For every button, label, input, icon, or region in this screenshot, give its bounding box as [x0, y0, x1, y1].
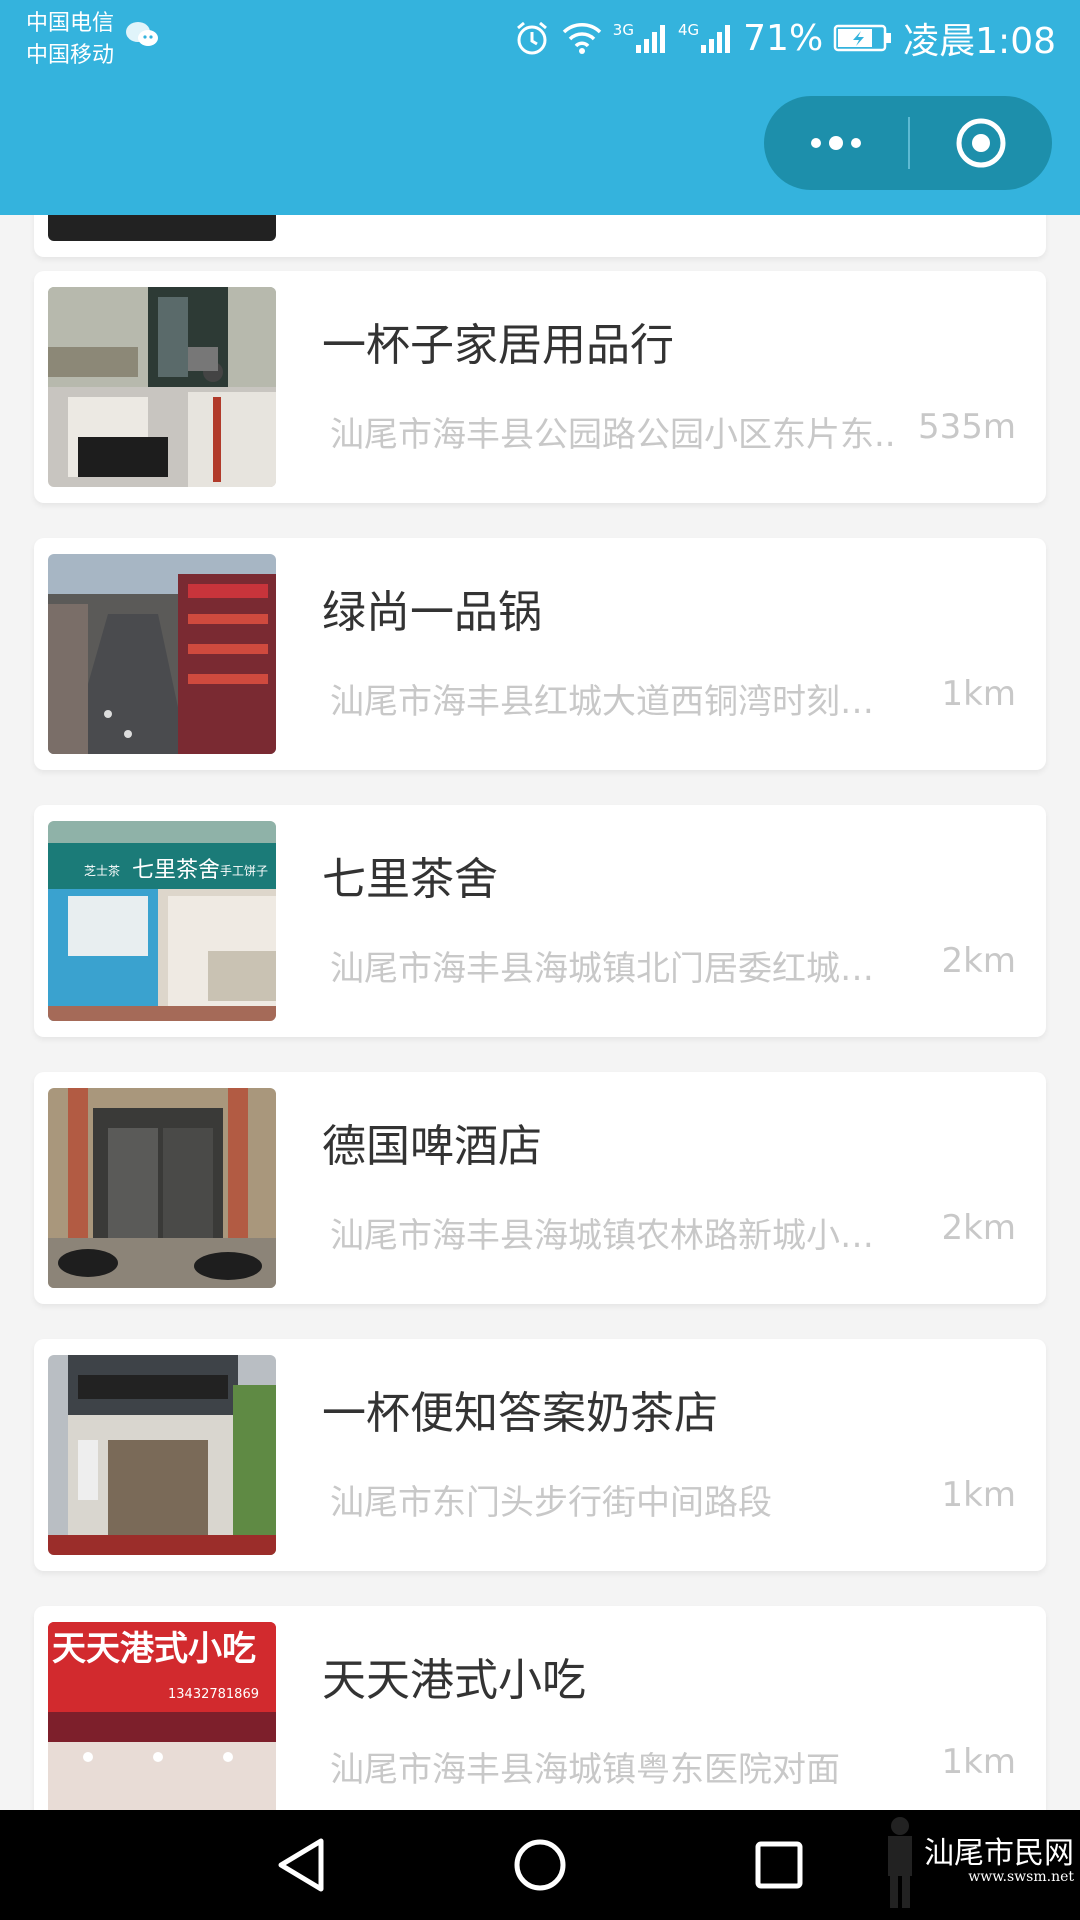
- store-distance: 1km: [941, 1742, 1016, 1782]
- shop3-sign-right: 手工饼子: [220, 864, 268, 878]
- more-dots-icon: [811, 136, 861, 150]
- store-name: 一杯便知答案奶茶店: [322, 1388, 718, 1439]
- store-thumbnail: [48, 287, 276, 487]
- carrier-info: 中国电信 中国移动: [26, 8, 114, 72]
- store-card-partial[interactable]: [34, 215, 1046, 257]
- store-thumbnail: [48, 215, 276, 241]
- alarm-icon: [513, 19, 551, 57]
- store-distance: 1km: [941, 1475, 1016, 1515]
- store-name: 天天港式小吃: [322, 1655, 586, 1706]
- shop3-sign-left: 芝士茶: [84, 863, 120, 878]
- battery-icon: [833, 23, 893, 53]
- store-card[interactable]: 绿尚一品锅 汕尾市海丰县红城大道西铜湾时刻美... 1km: [34, 538, 1046, 770]
- recents-square-icon: [755, 1841, 803, 1889]
- store-name: 绿尚一品锅: [322, 587, 542, 638]
- watermark-text: 汕尾市民网: [924, 1836, 1074, 1871]
- store-address: 汕尾市海丰县海城镇农林路新城小学...: [330, 1216, 904, 1256]
- mini-program-capsule: [764, 96, 1052, 190]
- home-button[interactable]: [507, 1832, 573, 1898]
- store-thumbnail: 天天港式小吃 13432781869: [48, 1622, 276, 1810]
- store-card[interactable]: 一杯子家居用品行 汕尾市海丰县公园路公园小区东片东.. 535m: [34, 271, 1046, 503]
- signal-1-label: 3G: [612, 21, 634, 39]
- signal-icon-2: 4G: [678, 21, 733, 55]
- store-thumbnail: [48, 1355, 276, 1555]
- carrier-1: 中国电信: [26, 11, 115, 36]
- store-address: 汕尾市海丰县红城大道西铜湾时刻美...: [330, 682, 904, 722]
- signal-2-label: 4G: [677, 21, 700, 39]
- shop6-sign-phone: 13432781869: [168, 1687, 259, 1702]
- home-circle-icon: [514, 1839, 566, 1891]
- store-thumbnail: 芝士茶 七里茶舍 手工饼子: [48, 821, 276, 1021]
- store-address: 汕尾市海丰县海城镇粤东医院对面: [330, 1750, 840, 1790]
- store-distance: 2km: [941, 941, 1016, 981]
- shop3-sign-main: 七里茶舍: [132, 858, 220, 883]
- battery-percent: 71%: [743, 17, 824, 59]
- more-button[interactable]: [764, 96, 908, 190]
- store-card[interactable]: 德国啤酒店 汕尾市海丰县海城镇农林路新城小学... 2km: [34, 1072, 1046, 1304]
- clock: 凌晨1:08: [903, 21, 1056, 62]
- store-address: 汕尾市海丰县海城镇北门居委红城南...: [330, 949, 904, 989]
- store-thumbnail: [48, 554, 276, 754]
- signal-icon-1: 3G: [613, 21, 668, 55]
- back-triangle-icon: [278, 1838, 324, 1892]
- store-address: 汕尾市海丰县公园路公园小区东片东..: [330, 415, 896, 455]
- store-card[interactable]: 芝士茶 七里茶舍 手工饼子 七里茶舍 汕尾市海丰县海城镇北门居委红城南... 2…: [34, 805, 1046, 1037]
- store-address: 汕尾市东门头步行街中间路段: [330, 1483, 772, 1523]
- figure-logo-icon: [888, 1817, 912, 1908]
- store-name: 一杯子家居用品行: [322, 320, 674, 371]
- shop6-sign-title: 天天港式小吃: [52, 1629, 256, 1669]
- recents-button[interactable]: [746, 1832, 812, 1898]
- store-distance: 535m: [917, 407, 1016, 447]
- store-thumbnail: [48, 1088, 276, 1288]
- wifi-icon: [561, 20, 603, 56]
- store-distance: 1km: [941, 674, 1016, 714]
- store-name: 德国啤酒店: [322, 1121, 542, 1172]
- watermark-url: www.swsm.net: [968, 1869, 1074, 1885]
- store-list: 一杯子家居用品行 汕尾市海丰县公园路公园小区东片东.. 535m 绿尚一品锅 汕…: [0, 215, 1080, 1810]
- carrier-2: 中国移动: [26, 43, 115, 68]
- status-icons: 3G 4G 71% 凌晨1:08: [513, 14, 1056, 62]
- store-card[interactable]: 一杯便知答案奶茶店 汕尾市东门头步行街中间路段 1km: [34, 1339, 1046, 1571]
- back-button[interactable]: [268, 1832, 334, 1898]
- close-button[interactable]: [910, 96, 1052, 190]
- wechat-icon: [124, 20, 160, 54]
- top-bar: 中国电信 中国移动 3G 4G 71% 凌晨1:08: [0, 0, 1080, 215]
- watermark: 汕尾市民网 www.swsm.net: [880, 1814, 1074, 1910]
- store-card[interactable]: 天天港式小吃 13432781869 天天港式小吃 汕尾市海丰县海城镇粤东医院对…: [34, 1606, 1046, 1810]
- store-name: 七里茶舍: [322, 854, 498, 905]
- target-close-icon: [956, 118, 1006, 168]
- store-distance: 2km: [941, 1208, 1016, 1248]
